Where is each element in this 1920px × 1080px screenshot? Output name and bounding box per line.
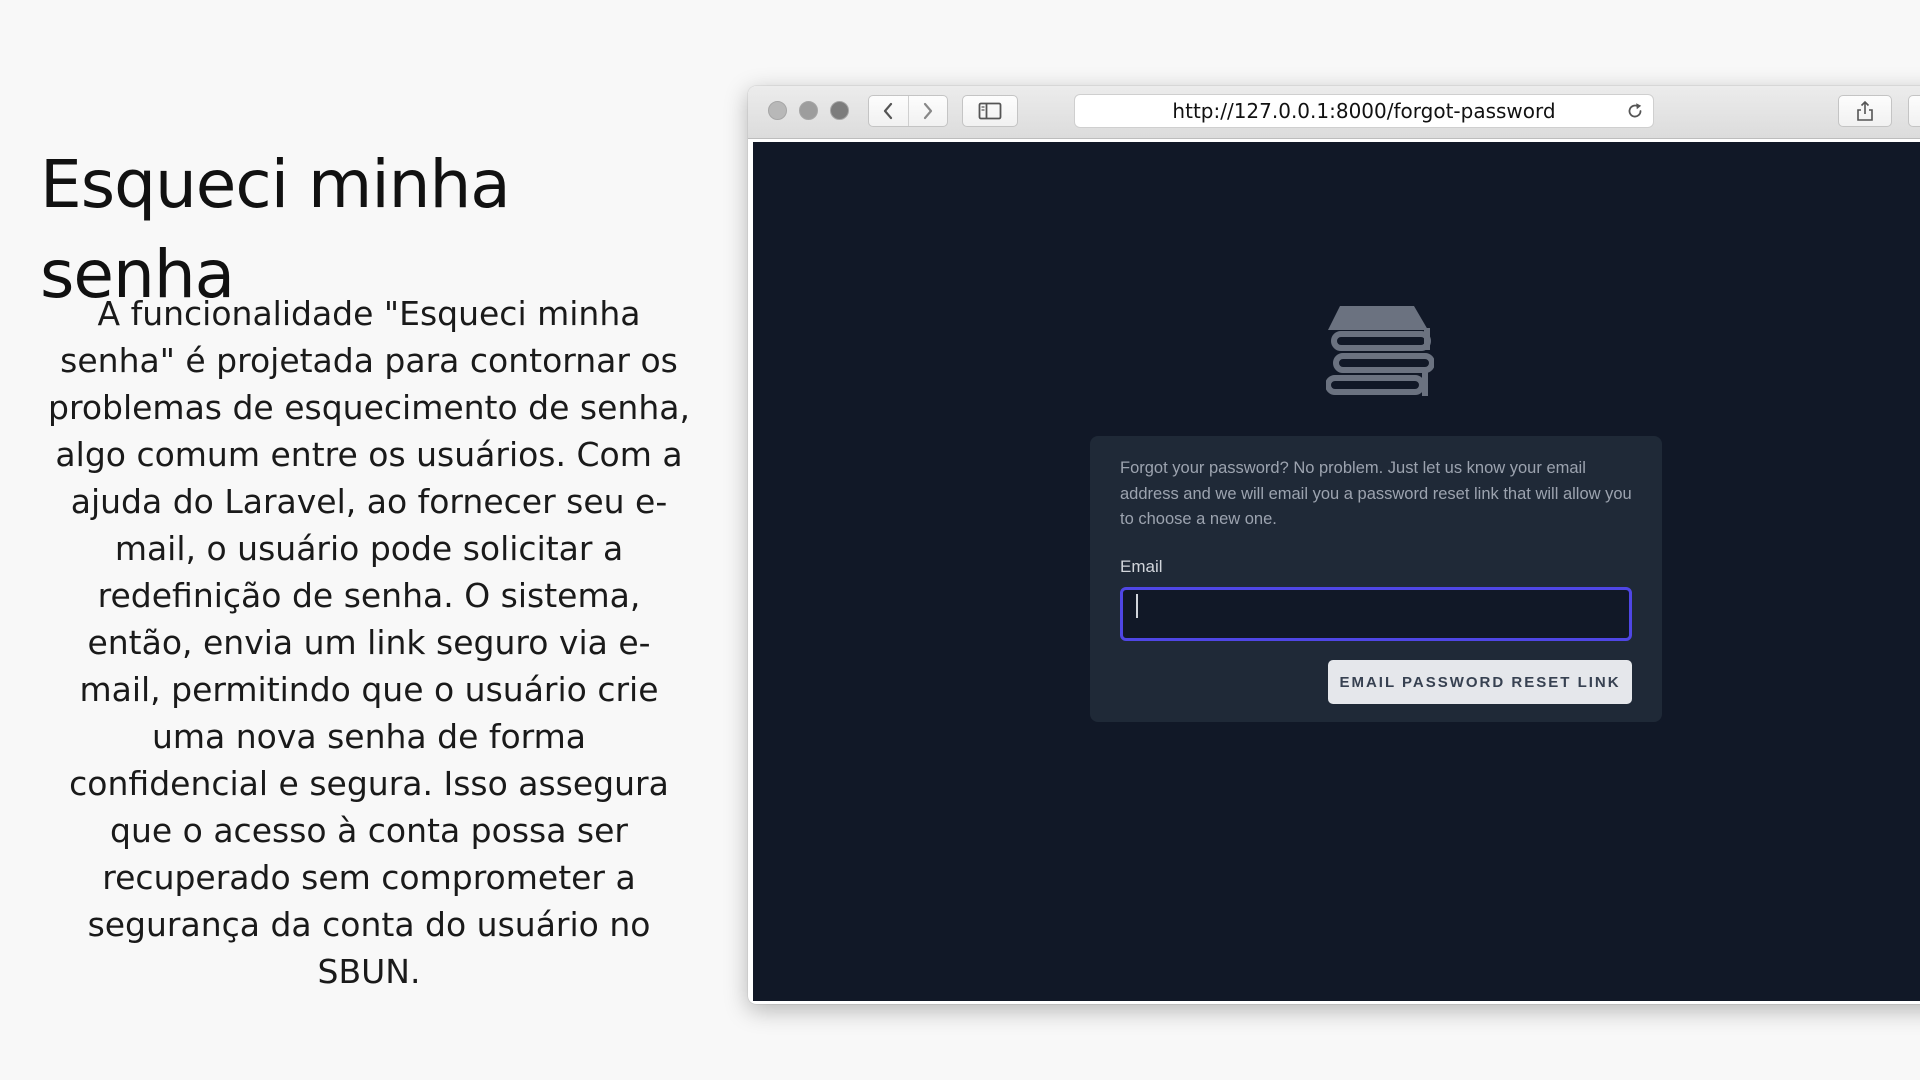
toolbar-extra-button[interactable]	[1908, 95, 1920, 127]
back-button[interactable]	[869, 96, 908, 126]
email-label: Email	[1120, 556, 1163, 576]
reload-icon[interactable]	[1625, 101, 1645, 121]
email-input[interactable]	[1120, 586, 1632, 641]
share-button[interactable]	[1838, 95, 1892, 127]
forward-arrow-icon	[923, 102, 932, 120]
url-text: http://127.0.0.1:8000/forgot-password	[1172, 99, 1556, 123]
page-viewport: Forgot your password? No problem. Just l…	[753, 142, 1920, 1001]
minimize-window-button[interactable]	[799, 101, 818, 120]
share-icon	[1857, 100, 1873, 121]
email-password-reset-link-button[interactable]: EMAIL PASSWORD RESET LINK	[1328, 660, 1632, 704]
maximize-window-button[interactable]	[830, 101, 849, 120]
browser-toolbar: http://127.0.0.1:8000/forgot-password	[748, 86, 1920, 139]
close-window-button[interactable]	[768, 101, 787, 120]
sidebar-icon	[978, 102, 1002, 120]
forgot-password-card: Forgot your password? No problem. Just l…	[1090, 436, 1662, 722]
text-cursor	[1136, 594, 1138, 618]
navigation-buttons	[868, 95, 948, 127]
browser-window: http://127.0.0.1:8000/forgot-password Fo…	[748, 86, 1920, 1004]
address-bar[interactable]: http://127.0.0.1:8000/forgot-password	[1074, 94, 1654, 128]
books-icon	[1326, 306, 1434, 396]
forward-button[interactable]	[907, 96, 948, 126]
sidebar-toggle-button[interactable]	[962, 95, 1018, 127]
forgot-password-description: Forgot your password? No problem. Just l…	[1120, 459, 1632, 528]
slide-description: A funcionalidade "Esqueci minha senha" é…	[48, 294, 690, 991]
back-arrow-icon	[884, 102, 893, 120]
